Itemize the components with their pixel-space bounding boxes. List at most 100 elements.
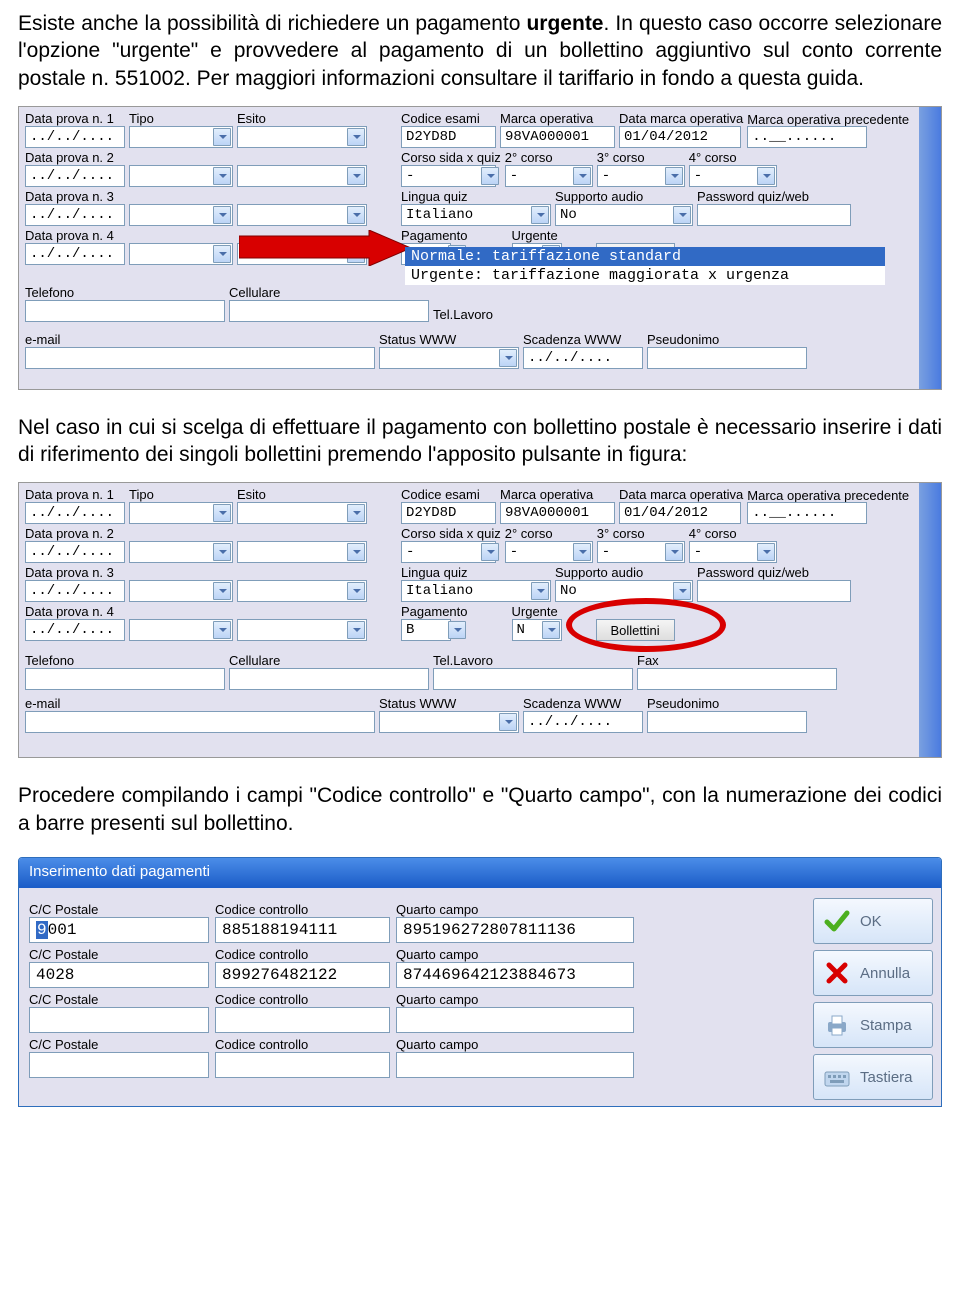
- dropdown-esito-4-b[interactable]: [237, 619, 367, 641]
- dropdown-status-www[interactable]: [379, 347, 519, 369]
- dropdown-tipo-4[interactable]: [129, 243, 233, 265]
- field-quarto-campo[interactable]: 874469642123884673: [396, 962, 634, 988]
- field-password-quiz[interactable]: [697, 204, 851, 226]
- cancel-button[interactable]: Annulla: [813, 950, 933, 996]
- field-codice-esami[interactable]: D2YD8D: [401, 126, 496, 148]
- label-marca-op-prec: Marca operativa precedente: [747, 113, 909, 126]
- field-cc-postale[interactable]: 9001: [29, 917, 209, 943]
- field-codice-controllo[interactable]: 899276482122: [215, 962, 390, 988]
- field-password-quiz-b[interactable]: [697, 580, 851, 602]
- label-data-prova-2: Data prova n. 2: [25, 150, 125, 165]
- dropdown-tipo-3-b[interactable]: [129, 580, 233, 602]
- label-tel-lavoro: Tel.Lavoro: [433, 307, 493, 322]
- field-cellulare-b[interactable]: [229, 668, 429, 690]
- field-tel-lavoro-b[interactable]: [433, 668, 633, 690]
- form-screenshot-1: Data prova n. 1../../.... Tipo Esito Dat…: [18, 106, 942, 390]
- dropdown-quarto-corso[interactable]: -: [689, 165, 777, 187]
- field-cc-postale[interactable]: [29, 1052, 209, 1078]
- urgente-dropdown-menu[interactable]: Normale: tariffazione standard Urgente: …: [405, 247, 885, 285]
- field-quarto-campo[interactable]: 895196272807811136: [396, 917, 634, 943]
- dropdown-lingua-quiz[interactable]: Italiano: [401, 204, 551, 226]
- field-email-b[interactable]: [25, 711, 375, 733]
- field-marca-op-prec[interactable]: ..__......: [747, 126, 867, 148]
- dropdown-status-www-b[interactable]: [379, 711, 519, 733]
- dropdown-esito-3-b[interactable]: [237, 580, 367, 602]
- field-data-prova-2[interactable]: ../../....: [25, 165, 125, 187]
- label-urgente-b: Urgente: [512, 604, 562, 619]
- field-pseudonimo[interactable]: [647, 347, 807, 369]
- field-cc-postale[interactable]: 4028: [29, 962, 209, 988]
- dropdown-corso-sida[interactable]: -: [401, 165, 496, 187]
- field-pseudonimo-b[interactable]: [647, 711, 807, 733]
- field-data-prova-3-b[interactable]: ../../....: [25, 580, 125, 602]
- payment-row: C/C Postale4028Codice controllo899276482…: [29, 947, 931, 988]
- dropdown-corso-sida-b[interactable]: -: [401, 541, 496, 563]
- ok-button[interactable]: OK: [813, 898, 933, 944]
- dropdown-esito-2[interactable]: [237, 165, 367, 187]
- dropdown-tipo-1-b[interactable]: [129, 502, 233, 524]
- field-cc-postale[interactable]: [29, 1007, 209, 1033]
- dropdown-tipo-3[interactable]: [129, 204, 233, 226]
- label-pagamento-b: Pagamento: [401, 604, 468, 619]
- printer-icon: [822, 1010, 852, 1040]
- dropdown-secondo-corso-b[interactable]: -: [505, 541, 593, 563]
- dropdown-lingua-quiz-b[interactable]: Italiano: [401, 580, 551, 602]
- dropdown-tipo-1[interactable]: [129, 126, 233, 148]
- field-data-prova-2-b[interactable]: ../../....: [25, 541, 125, 563]
- field-quarto-campo[interactable]: [396, 1007, 634, 1033]
- field-marca-operativa-b[interactable]: 98VA000001: [500, 502, 615, 524]
- dropdown-pagamento-b[interactable]: B: [401, 619, 451, 641]
- keyboard-button[interactable]: Tastiera: [813, 1054, 933, 1100]
- form-edge-decor: [919, 107, 941, 389]
- field-email[interactable]: [25, 347, 375, 369]
- dropdown-esito-1-b[interactable]: [237, 502, 367, 524]
- field-fax[interactable]: [637, 668, 837, 690]
- field-scadenza-www[interactable]: ../../....: [523, 347, 643, 369]
- dropdown-quarto-corso-b[interactable]: -: [689, 541, 777, 563]
- dropdown-tipo-2[interactable]: [129, 165, 233, 187]
- field-codice-controllo[interactable]: 885188194111: [215, 917, 390, 943]
- dropdown-terzo-corso-b[interactable]: -: [597, 541, 685, 563]
- label-data-prova-4-b: Data prova n. 4: [25, 604, 125, 619]
- dropdown-esito-1[interactable]: [237, 126, 367, 148]
- label-cc-postale: C/C Postale: [29, 1037, 209, 1052]
- field-data-prova-4[interactable]: ../../....: [25, 243, 125, 265]
- dropdown-option-urgente[interactable]: Urgente: tariffazione maggiorata x urgen…: [405, 266, 885, 285]
- dropdown-tipo-4-b[interactable]: [129, 619, 233, 641]
- dropdown-option-normale[interactable]: Normale: tariffazione standard: [405, 247, 885, 266]
- dropdown-esito-3[interactable]: [237, 204, 367, 226]
- field-telefono-b[interactable]: [25, 668, 225, 690]
- field-data-prova-3[interactable]: ../../....: [25, 204, 125, 226]
- x-icon: [822, 958, 852, 988]
- field-telefono[interactable]: [25, 300, 225, 322]
- form-edge-decor-2: [919, 483, 941, 757]
- dropdown-secondo-corso[interactable]: -: [505, 165, 593, 187]
- field-codice-controllo[interactable]: [215, 1052, 390, 1078]
- field-marca-operativa[interactable]: 98VA000001: [500, 126, 615, 148]
- dropdown-urgente-b[interactable]: N: [512, 619, 562, 641]
- bollettini-button[interactable]: Bollettini: [596, 619, 675, 641]
- label-data-prova-1-b: Data prova n. 1: [25, 487, 125, 502]
- field-data-marca-op-b[interactable]: 01/04/2012: [619, 502, 741, 524]
- print-button[interactable]: Stampa: [813, 1002, 933, 1048]
- field-data-prova-4-b[interactable]: ../../....: [25, 619, 125, 641]
- field-data-marca-op[interactable]: 01/04/2012: [619, 126, 741, 148]
- field-codice-esami-b[interactable]: D2YD8D: [401, 502, 496, 524]
- field-codice-controllo[interactable]: [215, 1007, 390, 1033]
- field-scadenza-www-b[interactable]: ../../....: [523, 711, 643, 733]
- label-codice-esami-b: Codice esami: [401, 487, 496, 502]
- field-cellulare[interactable]: [229, 300, 429, 322]
- field-data-prova-1[interactable]: ../../....: [25, 126, 125, 148]
- dropdown-supporto-audio-b[interactable]: No: [555, 580, 693, 602]
- field-data-prova-1-b[interactable]: ../../....: [25, 502, 125, 524]
- dropdown-terzo-corso[interactable]: -: [597, 165, 685, 187]
- label-corso-sida: Corso sida x quiz: [401, 150, 501, 165]
- dropdown-supporto-audio[interactable]: No: [555, 204, 693, 226]
- dropdown-esito-2-b[interactable]: [237, 541, 367, 563]
- label-data-prova-3-b: Data prova n. 3: [25, 565, 125, 580]
- label-codice-controllo: Codice controllo: [215, 1037, 390, 1052]
- field-quarto-campo[interactable]: [396, 1052, 634, 1078]
- label-terzo-corso-b: 3° corso: [597, 526, 685, 541]
- dropdown-tipo-2-b[interactable]: [129, 541, 233, 563]
- field-marca-op-prec-b[interactable]: ..__......: [747, 502, 867, 524]
